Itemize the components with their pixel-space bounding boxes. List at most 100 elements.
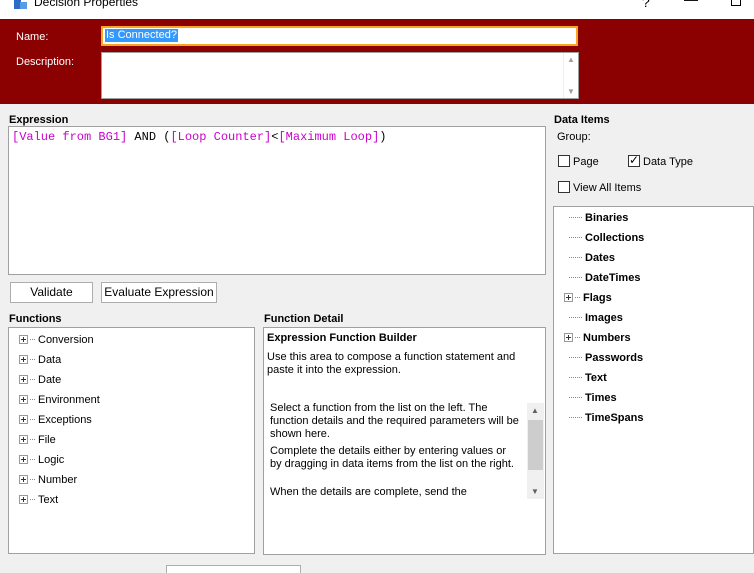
- expand-plus-icon[interactable]: [19, 395, 28, 404]
- tree-connector: [569, 257, 582, 258]
- data-item-numbers[interactable]: Numbers: [564, 331, 631, 345]
- expression-label: Expression: [9, 114, 69, 126]
- expand-plus-icon[interactable]: [19, 475, 28, 484]
- maximize-icon[interactable]: [731, 0, 741, 6]
- view-all-items-checkbox-box[interactable]: [558, 181, 570, 193]
- data-item-label: Passwords: [585, 352, 644, 364]
- function-category-file[interactable]: File: [19, 433, 56, 447]
- expression-text: [Value from BG1] AND ([Loop Counter]<[Ma…: [12, 130, 387, 144]
- app-icon: [14, 0, 27, 9]
- scroll-thumb[interactable]: [528, 420, 543, 470]
- data-item-images[interactable]: Images: [564, 311, 623, 325]
- scroll-down-icon[interactable]: ▼: [567, 87, 575, 96]
- minimize-icon[interactable]: —: [684, 0, 698, 7]
- tree-connector: [30, 459, 35, 460]
- function-detail-help-3: When the details are complete, send the: [270, 486, 467, 498]
- tree-connector: [569, 317, 582, 318]
- data-item-passwords[interactable]: Passwords: [564, 351, 643, 365]
- expand-plus-icon[interactable]: [19, 355, 28, 364]
- expand-plus-icon[interactable]: [564, 293, 573, 302]
- expand-plus-icon[interactable]: [19, 335, 28, 344]
- page-checkbox-box[interactable]: [558, 155, 570, 167]
- functions-label: Functions: [9, 313, 62, 325]
- name-value: Is Connected?: [105, 29, 178, 42]
- bottom-button-edge[interactable]: [166, 565, 301, 573]
- data-item-label: Flags: [583, 292, 612, 304]
- tree-connector: [30, 479, 35, 480]
- expand-plus-icon[interactable]: [19, 375, 28, 384]
- tree-connector: [30, 439, 35, 440]
- function-category-label: Number: [38, 474, 78, 486]
- data-item-label: Collections: [585, 232, 645, 244]
- description-scrollbar[interactable]: ▲ ▼: [563, 53, 578, 98]
- function-category-label: Logic: [38, 454, 65, 466]
- tree-connector: [569, 417, 582, 418]
- function-detail-help-1: Select a function from the list on the l…: [270, 402, 519, 440]
- function-category-number[interactable]: Number: [19, 473, 77, 487]
- expression-operator-token: AND (: [127, 130, 171, 144]
- expression-data-item-token: [Loop Counter]: [170, 130, 272, 144]
- tree-connector: [569, 377, 582, 378]
- function-category-label: Data: [38, 354, 62, 366]
- expression-editor[interactable]: [Value from BG1] AND ([Loop Counter]<[Ma…: [8, 126, 546, 275]
- name-input[interactable]: Is Connected?: [101, 26, 578, 46]
- expression-data-item-token: [Value from BG1]: [12, 130, 128, 144]
- data-item-dates[interactable]: Dates: [564, 251, 615, 265]
- function-detail-title: Expression Function Builder: [267, 332, 417, 344]
- function-category-label: Date: [38, 374, 62, 386]
- function-detail-label: Function Detail: [264, 313, 344, 325]
- data-item-label: DateTimes: [585, 272, 641, 284]
- expand-plus-icon[interactable]: [564, 333, 573, 342]
- function-detail-scrollbar[interactable]: ▲ ▼: [527, 403, 544, 499]
- function-category-text[interactable]: Text: [19, 493, 58, 507]
- tree-connector: [575, 297, 580, 298]
- function-category-date[interactable]: Date: [19, 373, 61, 387]
- function-category-label: Conversion: [38, 334, 94, 346]
- tree-connector: [569, 357, 582, 358]
- tree-connector: [569, 237, 582, 238]
- data-item-timespans[interactable]: TimeSpans: [564, 411, 644, 425]
- functions-tree[interactable]: Conversion Data Date Environment Exceptions F…: [8, 327, 255, 554]
- data-items-label: Data Items: [554, 114, 610, 126]
- scroll-down-icon[interactable]: ▼: [531, 487, 539, 496]
- evaluate-expression-button[interactable]: Evaluate Expression: [101, 282, 217, 303]
- tree-connector: [30, 379, 35, 380]
- validate-button[interactable]: Validate: [10, 282, 93, 303]
- window-title: Decision Properties: [34, 0, 139, 9]
- tree-connector: [30, 499, 35, 500]
- data-type-checkbox[interactable]: Data Type: [628, 153, 693, 168]
- data-item-datetimes[interactable]: DateTimes: [564, 271, 640, 285]
- data-item-label: Dates: [585, 252, 615, 264]
- scroll-up-icon[interactable]: ▲: [567, 55, 575, 64]
- data-item-label: Images: [585, 312, 623, 324]
- data-type-checkbox-box[interactable]: [628, 153, 640, 167]
- function-category-data[interactable]: Data: [19, 353, 61, 367]
- tree-connector: [30, 419, 35, 420]
- data-item-flags[interactable]: Flags: [564, 291, 612, 305]
- expand-plus-icon[interactable]: [19, 495, 28, 504]
- expand-plus-icon[interactable]: [19, 455, 28, 464]
- data-item-binaries[interactable]: Binaries: [564, 211, 628, 225]
- expand-plus-icon[interactable]: [19, 415, 28, 424]
- function-category-environment[interactable]: Environment: [19, 393, 100, 407]
- scroll-up-icon[interactable]: ▲: [531, 406, 539, 415]
- data-item-collections[interactable]: Collections: [564, 231, 644, 245]
- data-item-text[interactable]: Text: [564, 371, 607, 385]
- data-items-tree[interactable]: Binaries Collections Dates DateTimes Flags Im…: [553, 206, 754, 554]
- page-checkbox[interactable]: Page: [558, 155, 599, 168]
- function-category-conversion[interactable]: Conversion: [19, 333, 94, 347]
- name-label: Name:: [16, 31, 49, 43]
- view-all-items-checkbox[interactable]: View All Items: [558, 181, 641, 194]
- data-item-label: Times: [585, 392, 617, 404]
- function-category-exceptions[interactable]: Exceptions: [19, 413, 92, 427]
- function-category-label: File: [38, 434, 56, 446]
- function-category-logic[interactable]: Logic: [19, 453, 64, 467]
- data-item-times[interactable]: Times: [564, 391, 617, 405]
- tree-connector: [575, 337, 580, 338]
- help-icon[interactable]: ?: [642, 0, 650, 10]
- function-category-label: Environment: [38, 394, 100, 406]
- group-label: Group:: [557, 131, 591, 143]
- expand-plus-icon[interactable]: [19, 435, 28, 444]
- description-label: Description:: [16, 56, 75, 68]
- description-input[interactable]: ▲ ▼: [101, 52, 579, 99]
